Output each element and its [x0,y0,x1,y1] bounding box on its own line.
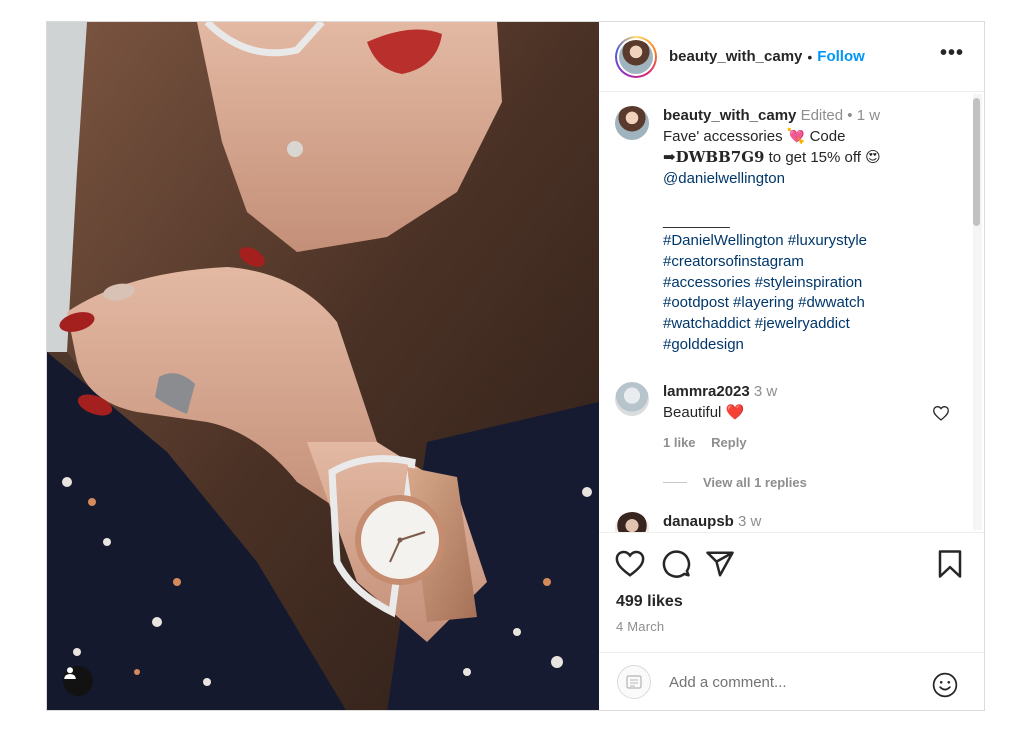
likes-count[interactable]: 499 likes [616,593,683,611]
edited-label: Edited [800,107,844,124]
heart-icon[interactable] [615,549,645,579]
comment-time[interactable]: 3 w [738,513,761,530]
comment-time[interactable]: 3 w [754,383,777,400]
caption-body: beauty_with_camy Edited • 1 w Fave' acce… [663,106,963,355]
comment-input[interactable] [669,667,919,697]
post-date[interactable]: 4 March [616,619,664,634]
hashtag-line[interactable]: #watchaddict #jewelryaddict [663,314,963,335]
mention-link[interactable]: @danielwellington [663,169,963,190]
caption-username[interactable]: beauty_with_camy [663,107,796,124]
paper-plane-icon[interactable] [705,549,735,579]
header-separator: • [807,48,813,65]
post-dialog: beauty_with_camy • Follow ••• beauty_wit… [46,21,985,711]
hashtag-line[interactable]: #DanielWellington #luxurystyle [663,231,963,252]
hashtag-line[interactable]: #creatorsofinstagram [663,252,963,273]
commenter-avatar[interactable] [615,382,649,416]
hashtag-line[interactable]: #ootdpost #layering #dwwatch [663,293,963,314]
hashtag-line[interactable]: #golddesign [663,335,963,356]
hashtag-line[interactable]: #accessories #styleinspiration [663,273,963,294]
commenter-avatar[interactable] [615,512,649,532]
author-avatar[interactable] [615,35,657,78]
comment-like-heart-icon[interactable] [932,405,950,421]
comment-body: danaupsb 3 w [663,512,963,532]
reply-button[interactable]: Reply [711,435,746,450]
caption-time[interactable]: 1 w [857,107,880,124]
caption-separator: • [847,107,853,124]
caption-divider: ________ [663,211,730,229]
comment-text: Beautiful ❤️ [663,403,745,421]
bookmark-icon[interactable] [935,549,965,579]
more-options-icon[interactable]: ••• [940,43,964,63]
caption-line-2: ➡DWBB7G9 to get 15% off 😍 [663,147,963,169]
post-photo[interactable] [47,22,599,710]
author-username[interactable]: beauty_with_camy [669,48,802,65]
follow-button[interactable]: Follow [817,48,865,65]
caption-avatar[interactable] [615,106,649,140]
smiley-icon[interactable] [932,672,958,698]
view-replies-button[interactable]: View all 1 replies [663,475,807,490]
photo-illustration [47,22,599,710]
commenter-username[interactable]: danaupsb [663,513,734,530]
comments-scrollbar-thumb[interactable] [973,98,980,226]
user-tag-icon[interactable] [63,666,93,696]
comment-likes[interactable]: 1 like [663,435,696,450]
viewer-avatar [617,665,651,699]
view-replies-label: View all 1 replies [703,475,807,490]
comment-meta: 1 like Reply [663,433,963,454]
discount-code: ➡DWBB7G9 [663,148,765,167]
discount-text: to get 15% off 😍 [764,149,881,167]
post-actions: 499 likes 4 March [599,532,984,652]
replies-divider [663,482,687,483]
comment-composer [599,652,984,710]
comment-body: lammra2023 3 w Beautiful ❤️ 1 like Reply [663,382,963,454]
post-side-panel: beauty_with_camy • Follow ••• beauty_wit… [599,22,984,710]
comment-icon[interactable] [661,549,691,579]
caption-line-1: Fave' accessories 💘 Code [663,127,846,145]
commenter-username[interactable]: lammra2023 [663,383,750,400]
post-header: beauty_with_camy • Follow ••• [599,22,984,92]
comments-section[interactable]: beauty_with_camy Edited • 1 w Fave' acce… [599,92,984,532]
